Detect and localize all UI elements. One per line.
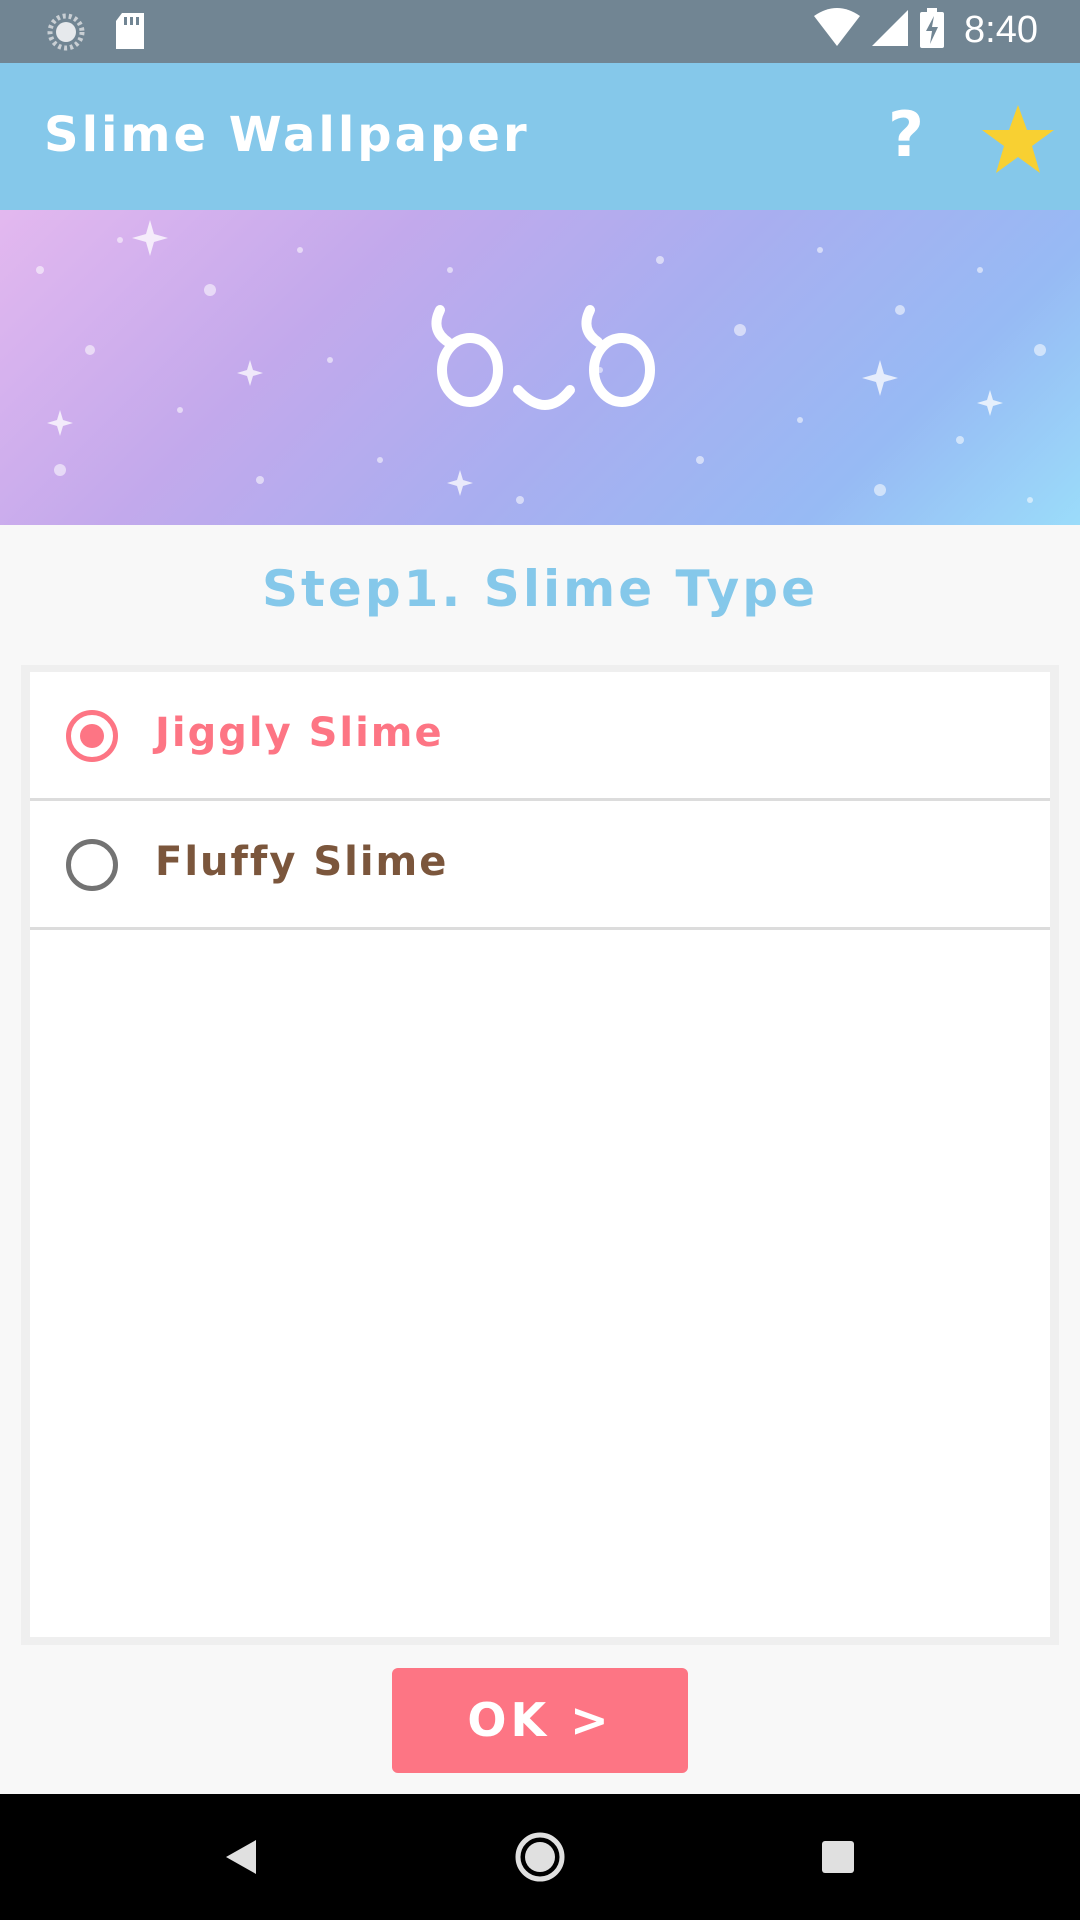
status-left [46,12,146,56]
help-icon: ? [888,98,924,171]
app-title: Slime Wallpaper [44,107,530,163]
slime-type-panel: Jiggly Slime Fluffy Slime [21,665,1059,1645]
favorite-button[interactable] [978,99,1058,179]
clock: 8:40 [964,8,1038,51]
status-bar: 8:40 [0,0,1080,63]
navigation-bar [0,1794,1080,1920]
recents-icon [822,1841,854,1873]
sd-card-icon [114,13,146,55]
battery-charging-icon [920,8,945,52]
slime-type-list: Jiggly Slime Fluffy Slime [30,672,1050,1637]
recents-button[interactable] [803,1822,873,1892]
status-right: 8:40 [814,8,1038,52]
ok-button[interactable]: OK > [392,1668,688,1773]
header-banner [0,210,1080,525]
slime-face-icon [431,305,655,410]
app-bar: Slime Wallpaper ? [0,63,1080,210]
option-label: Jiggly Slime [155,710,444,756]
option-label: Fluffy Slime [155,839,449,885]
signal-icon [872,8,909,52]
star-icon [982,105,1054,173]
radio-selected-icon[interactable] [66,710,118,762]
home-icon [515,1832,565,1882]
option-fluffy-slime[interactable]: Fluffy Slime [30,801,1050,930]
wifi-icon [814,8,861,52]
home-button[interactable] [505,1822,575,1892]
help-button[interactable]: ? [866,95,946,175]
option-jiggly-slime[interactable]: Jiggly Slime [30,672,1050,801]
radio-unselected-icon[interactable] [66,839,118,891]
sync-icon [46,12,86,56]
step-title: Step1. Slime Type [262,560,818,618]
back-icon [226,1840,256,1874]
back-button[interactable] [206,1822,276,1892]
